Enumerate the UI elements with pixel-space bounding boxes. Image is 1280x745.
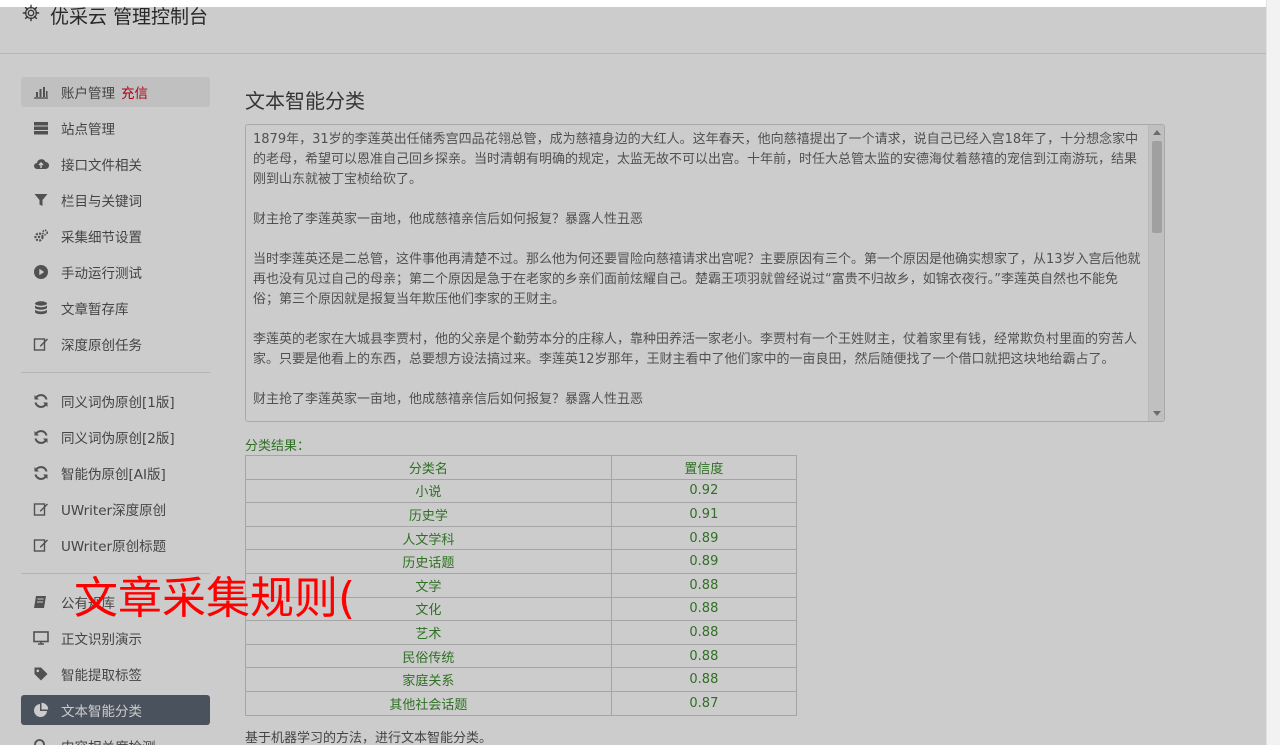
page-scrollbar[interactable] [1266, 0, 1280, 745]
overlay-caption: 文章采集规则( [74, 573, 356, 624]
modal-overlay[interactable] [0, 7, 1266, 745]
